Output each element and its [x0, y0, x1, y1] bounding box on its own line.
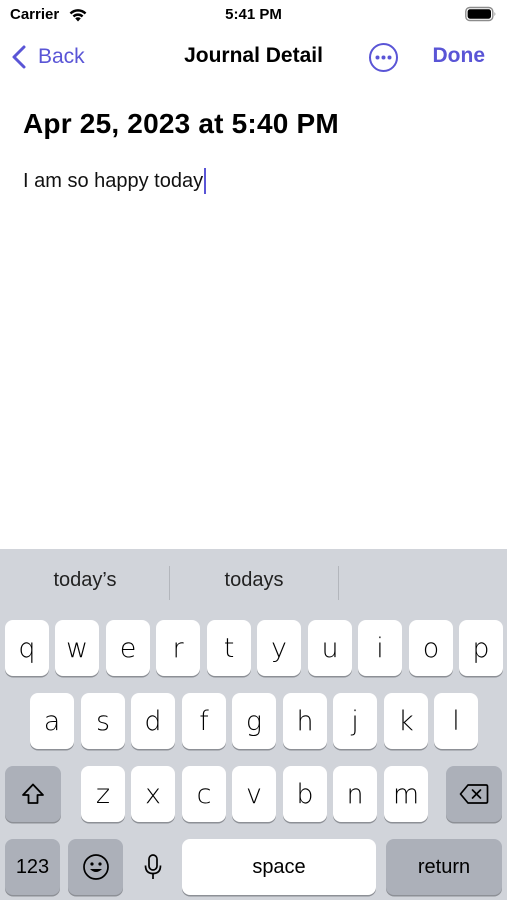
key-d[interactable]: d — [131, 693, 175, 749]
suggestion-1[interactable]: today’s — [1, 569, 169, 592]
key-w[interactable]: w — [55, 620, 99, 676]
key-m[interactable]: m — [384, 766, 428, 822]
suggestion-divider — [338, 566, 339, 600]
key-g[interactable]: g — [232, 693, 276, 749]
keyboard: today’s todays q w e r t y u i o p a s d… — [0, 549, 507, 900]
ellipsis-circle-icon[interactable] — [368, 42, 399, 73]
delete-key[interactable] — [446, 766, 502, 822]
navigation-bar: Back Journal Detail Done — [0, 30, 507, 86]
status-bar: Carrier 5:41 PM — [0, 0, 507, 30]
space-key[interactable]: space — [182, 839, 376, 895]
key-i[interactable]: i — [358, 620, 402, 676]
back-label: Back — [38, 45, 85, 68]
key-v[interactable]: v — [232, 766, 276, 822]
key-r[interactable]: r — [156, 620, 200, 676]
key-s[interactable]: s — [81, 693, 125, 749]
delete-icon — [459, 784, 489, 804]
key-u[interactable]: u — [308, 620, 352, 676]
key-f[interactable]: f — [182, 693, 226, 749]
key-o[interactable]: o — [409, 620, 453, 676]
numbers-key[interactable]: 123 — [5, 839, 60, 895]
shift-icon — [22, 783, 44, 804]
key-p[interactable]: p — [459, 620, 503, 676]
shift-key[interactable] — [5, 766, 61, 822]
key-c[interactable]: c — [182, 766, 226, 822]
done-button[interactable]: Done — [433, 44, 486, 68]
key-h[interactable]: h — [283, 693, 327, 749]
back-button[interactable]: Back — [10, 42, 85, 72]
chevron-left-icon — [12, 45, 26, 69]
status-time: 5:41 PM — [225, 6, 282, 23]
key-t[interactable]: t — [207, 620, 251, 676]
key-e[interactable]: e — [106, 620, 150, 676]
entry-body-text: I am so happy today — [23, 169, 204, 192]
key-a[interactable]: a — [30, 693, 74, 749]
key-q[interactable]: q — [5, 620, 49, 676]
entry-date: Apr 25, 2023 at 5:40 PM — [23, 108, 339, 139]
key-b[interactable]: b — [283, 766, 327, 822]
key-n[interactable]: n — [333, 766, 377, 822]
battery-icon — [465, 6, 496, 22]
suggestion-bar: today’s todays — [0, 549, 507, 617]
key-k[interactable]: k — [384, 693, 428, 749]
dictation-key[interactable] — [130, 839, 175, 895]
key-z[interactable]: z — [81, 766, 125, 822]
suggestion-2[interactable]: todays — [170, 569, 338, 592]
key-l[interactable]: l — [434, 693, 478, 749]
key-x[interactable]: x — [131, 766, 175, 822]
return-key[interactable]: return — [386, 839, 502, 895]
microphone-icon — [144, 854, 161, 879]
emoji-icon — [82, 854, 109, 880]
key-j[interactable]: j — [333, 693, 377, 749]
key-y[interactable]: y — [257, 620, 301, 676]
emoji-key[interactable] — [68, 839, 123, 895]
entry-text-editor[interactable]: I am so happy today — [23, 168, 207, 194]
text-cursor — [204, 168, 207, 194]
